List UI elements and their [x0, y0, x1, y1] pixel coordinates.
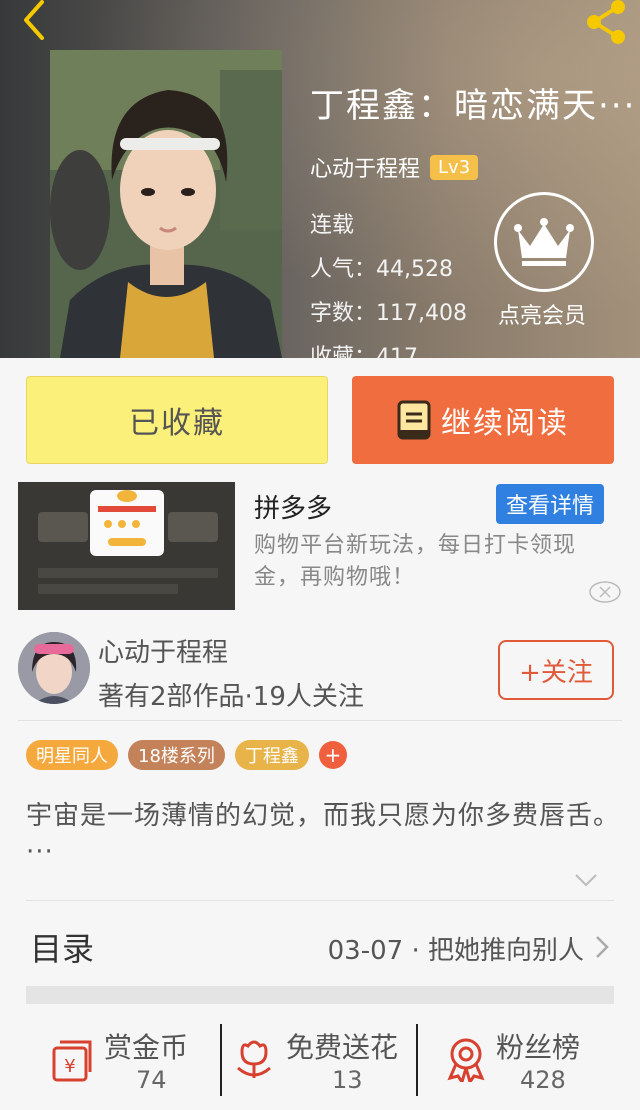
book-cover[interactable] [50, 50, 282, 358]
book-title: 丁程鑫：暗恋满天··· [310, 86, 632, 126]
reward-coins-value: 74 [136, 1066, 167, 1094]
book-header: 丁程鑫：暗恋满天··· 心动于程程 Lv3 连载 人气：44,528 字数：11… [0, 0, 640, 358]
latest-chapter: 03-07 · 把她推向别人 [327, 936, 584, 966]
expand-summary-button[interactable] [572, 872, 600, 892]
send-flower-stat[interactable]: 免费送花 13 [222, 1020, 416, 1100]
send-flower-value: 13 [332, 1066, 363, 1094]
reward-coins-stat[interactable]: ¥ 赏金币 74 [0, 1020, 220, 1100]
send-flower-label: 免费送花 [286, 1031, 399, 1064]
author-block-name[interactable]: 心动于程程 [98, 632, 228, 669]
book-summary[interactable]: 宇宙是一场薄情的幻觉，而我只愿为你多费唇舌。··· [26, 798, 616, 870]
tag-item[interactable]: 18楼系列 [128, 740, 225, 770]
ad-detail-button[interactable]: 查看详情 [496, 484, 605, 524]
medal-icon [447, 1038, 485, 1082]
author-row: 心动于程程 Lv3 [310, 151, 640, 183]
chevron-down-icon [575, 874, 597, 887]
avatar[interactable] [18, 632, 90, 704]
chevron-right-icon [594, 934, 610, 964]
reward-coins-label: 赏金币 [104, 1031, 189, 1064]
tag-list: 明星同人 18楼系列 丁程鑫 + [26, 740, 347, 770]
close-icon [589, 581, 621, 603]
book-icon [397, 400, 431, 440]
crown-icon [514, 218, 574, 266]
section-separator [26, 986, 614, 1004]
catalog-title: 目录 [30, 930, 95, 968]
add-tag-button[interactable]: + [318, 741, 347, 769]
vip-button[interactable]: 点亮会员 [494, 192, 594, 330]
continue-reading-label: 继续阅读 [441, 406, 569, 441]
tag-item[interactable]: 明星同人 [26, 740, 118, 770]
continue-reading-button[interactable]: 继续阅读 [352, 376, 614, 464]
fan-ranking-value: 428 [520, 1066, 566, 1094]
share-icon [587, 0, 625, 44]
svg-text:¥: ¥ [64, 1056, 75, 1077]
back-button[interactable] [14, 0, 54, 40]
catalog-row[interactable]: 目录 03-07 · 把她推向别人 [26, 900, 614, 986]
bottom-stats: ¥ 赏金币 74 免费送花 13 粉丝榜 428 [0, 1020, 640, 1110]
tag-item[interactable]: 丁程鑫 [234, 740, 309, 770]
author-section: 心动于程程 著有2部作品·19人关注 +关注 [0, 624, 640, 720]
red-envelope-icon: ¥ [52, 1040, 92, 1082]
divider [18, 720, 622, 721]
author-name[interactable]: 心动于程程 [310, 151, 420, 183]
fan-ranking-stat[interactable]: 粉丝榜 428 [418, 1020, 640, 1100]
ad-image[interactable] [18, 482, 235, 610]
avatar-image [18, 632, 90, 704]
ad-thumbnail [18, 482, 235, 610]
cover-image [50, 50, 282, 358]
level-badge: Lv3 [430, 154, 479, 180]
author-meta: 著有2部作品·19人关注 [98, 682, 364, 712]
ad-close-button[interactable] [588, 580, 622, 608]
share-button[interactable] [582, 0, 630, 44]
favorites-stat: 收藏：417 [310, 345, 418, 358]
flower-icon [237, 1040, 271, 1078]
ad-title: 拼多多 [254, 494, 333, 524]
vip-label: 点亮会员 [497, 304, 586, 329]
chevron-left-icon [24, 0, 44, 40]
vip-badge [494, 192, 594, 292]
collected-label: 已收藏 [129, 406, 225, 441]
collected-button[interactable]: 已收藏 [26, 376, 328, 464]
ad-description: 购物平台新玩法，每日打卡领现金，再购物哦！ [254, 533, 577, 590]
ad-banner[interactable]: 拼多多 查看详情 购物平台新玩法，每日打卡领现金，再购物哦！ [0, 480, 640, 612]
fan-ranking-label: 粉丝榜 [496, 1031, 581, 1064]
follow-button[interactable]: +关注 [498, 640, 614, 700]
